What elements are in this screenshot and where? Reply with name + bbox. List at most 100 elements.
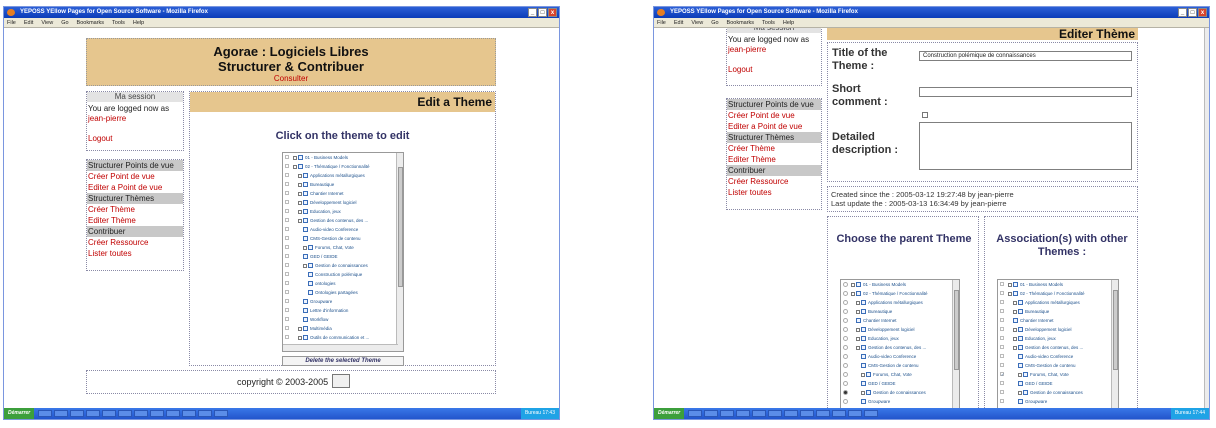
tree-row[interactable]: Gestion de connaissances — [841, 388, 959, 397]
tree-label[interactable]: Applications métallurgiques — [1025, 300, 1080, 305]
task-item[interactable] — [102, 410, 117, 417]
task-item[interactable] — [70, 410, 85, 417]
tree-label[interactable]: Audio-video Conference — [1025, 354, 1073, 359]
tray-bureau[interactable]: Bureau — [1175, 410, 1191, 416]
tree-label[interactable]: Workflow — [310, 317, 328, 322]
tree-checkbox[interactable] — [1000, 318, 1004, 322]
task-item[interactable] — [198, 410, 213, 417]
tree-row[interactable]: 01 - Business Models — [283, 153, 403, 162]
nav-creer-point-de-vue[interactable]: Créer Point de vue — [87, 171, 183, 182]
tree-checkbox[interactable] — [285, 200, 289, 204]
parent-theme-tree[interactable]: 01 - Business Models 02 - Thématique / Fo… — [840, 279, 960, 411]
tree-radio[interactable] — [843, 309, 848, 314]
title-input[interactable]: Construction polémique de connaissances — [919, 51, 1132, 61]
tree-vertical-scrollbar[interactable] — [1111, 280, 1118, 411]
tree-row[interactable]: Applications métallurgiques — [998, 298, 1118, 307]
tree-label[interactable]: Forums, Chat, Vote — [315, 245, 354, 250]
task-item[interactable] — [832, 410, 847, 417]
tree-label[interactable]: Développement logiciel — [310, 200, 357, 205]
tree-expand-icon[interactable] — [856, 336, 860, 341]
tree-checkbox[interactable] — [285, 254, 289, 258]
username-link[interactable]: jean-pierre — [87, 114, 183, 124]
tree-checkbox[interactable] — [285, 218, 289, 222]
tree-label[interactable]: Education, jeux — [310, 209, 341, 214]
tree-row[interactable]: Forums, Chat, Vote — [841, 370, 959, 379]
tree-radio[interactable] — [843, 372, 848, 377]
tree-checkbox[interactable] — [1000, 399, 1004, 403]
tree-checkbox[interactable] — [285, 335, 289, 339]
tree-label[interactable]: Chantier Internet — [1020, 318, 1054, 323]
tree-row[interactable]: Education, jeux — [283, 207, 403, 216]
tree-radio[interactable] — [843, 354, 848, 359]
tree-radio[interactable] — [843, 318, 848, 323]
nav-lister-toutes[interactable]: Lister toutes — [87, 248, 183, 259]
tree-checkbox[interactable] — [1000, 363, 1004, 367]
close-button[interactable]: x — [1198, 8, 1207, 17]
tree-checkbox[interactable]: ✓ — [1000, 372, 1004, 377]
tree-row[interactable]: 01 - Business Models — [998, 280, 1118, 289]
tree-row[interactable]: Groupware — [841, 397, 959, 406]
tree-label[interactable]: Bureautique — [1025, 309, 1049, 314]
tree-row[interactable]: CMS-Gestion de contenu — [841, 361, 959, 370]
task-item[interactable] — [720, 410, 735, 417]
tree-checkbox[interactable] — [285, 173, 289, 177]
tree-expand-icon[interactable] — [1008, 291, 1012, 296]
tree-checkbox[interactable] — [285, 290, 289, 294]
tree-checkbox[interactable] — [285, 263, 289, 267]
tree-label[interactable]: Bureautique — [310, 182, 334, 187]
menu-file[interactable]: File — [7, 18, 16, 27]
detailed-description-textarea[interactable] — [919, 122, 1132, 170]
tree-label[interactable]: CMS-Gestion de contenu — [310, 236, 361, 241]
tree-row[interactable]: Développement logiciel — [283, 198, 403, 207]
nav-creer-ressource[interactable]: Créer Ressource — [87, 237, 183, 248]
tree-radio[interactable] — [843, 390, 848, 395]
tree-vertical-scrollbar[interactable] — [396, 153, 403, 351]
tree-expand-icon[interactable] — [1018, 372, 1022, 377]
tree-label[interactable]: Education, jeux — [1025, 336, 1056, 341]
associated-themes-tree[interactable]: 01 - Business Models 02 - Thématique / Fo… — [997, 279, 1119, 411]
tree-radio[interactable] — [843, 291, 848, 296]
tree-radio[interactable] — [843, 381, 848, 386]
tree-row[interactable]: 01 - Business Models — [841, 280, 959, 289]
nav-editer-point-de-vue[interactable]: Editer a Point de vue — [727, 121, 821, 132]
tree-checkbox[interactable] — [285, 236, 289, 240]
tree-expand-icon[interactable] — [303, 263, 307, 268]
tree-expand-icon[interactable] — [298, 335, 302, 340]
close-button[interactable]: x — [548, 8, 557, 17]
task-item[interactable] — [688, 410, 703, 417]
tree-row[interactable]: Gestion des contenus, des ... — [998, 343, 1118, 352]
tree-label[interactable]: Forums, Chat, Vote — [1030, 372, 1069, 377]
task-item[interactable] — [752, 410, 767, 417]
tree-row[interactable]: Multimédia — [283, 324, 403, 333]
tree-radio[interactable] — [843, 336, 848, 341]
tree-label[interactable]: CMS-Gestion de contenu — [1025, 363, 1076, 368]
consulter-link[interactable]: Consulter — [87, 74, 495, 84]
tree-expand-icon[interactable] — [856, 327, 860, 332]
tree-label[interactable]: Gestion de connaissances — [873, 390, 926, 395]
tree-row[interactable]: Workflow — [283, 315, 403, 324]
tree-label[interactable]: Développement logiciel — [868, 327, 915, 332]
maximize-button[interactable]: □ — [538, 8, 547, 17]
tree-radio[interactable] — [843, 363, 848, 368]
menu-help[interactable]: Help — [133, 18, 144, 27]
tree-label[interactable]: Forums, Chat, Vote — [873, 372, 912, 377]
tree-expand-icon[interactable] — [1013, 345, 1017, 350]
tree-label[interactable]: Audio-video Conference — [868, 354, 916, 359]
tree-row[interactable]: Groupware — [998, 397, 1118, 406]
tree-row[interactable]: Bureautique — [998, 307, 1118, 316]
tree-row[interactable]: Développement logiciel — [998, 325, 1118, 334]
tree-label[interactable]: Ontologies partagées — [315, 290, 358, 295]
tree-label[interactable]: Education, jeux — [868, 336, 899, 341]
tree-checkbox[interactable] — [285, 164, 289, 168]
start-button[interactable]: Démarrer — [4, 408, 35, 419]
tree-row[interactable]: ✓ Forums, Chat, Vote — [998, 370, 1118, 379]
tree-expand-icon[interactable] — [856, 345, 860, 350]
page-scroll-thumb[interactable] — [1205, 28, 1209, 228]
tree-expand-icon[interactable] — [851, 282, 855, 287]
tree-label[interactable]: GED / GEIDE — [310, 254, 338, 259]
tree-expand-icon[interactable] — [856, 300, 860, 305]
tree-horizontal-scrollbar[interactable] — [283, 344, 398, 351]
minimize-button[interactable]: _ — [528, 8, 537, 17]
tree-checkbox[interactable] — [1000, 291, 1004, 295]
tree-row[interactable]: CMS-Gestion de contenu — [998, 361, 1118, 370]
